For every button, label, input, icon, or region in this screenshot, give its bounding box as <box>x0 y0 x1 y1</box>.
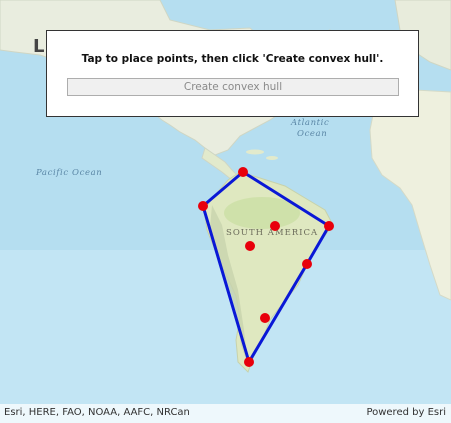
atlantic-ocean-label: Atlantic <box>290 118 329 128</box>
placed-point-marker[interactable] <box>302 259 312 269</box>
caribbean-island <box>246 149 264 155</box>
pacific-ocean-label: Pacific Ocean <box>35 168 102 178</box>
placed-point-marker[interactable] <box>245 241 255 251</box>
caribbean-island <box>266 156 278 160</box>
atlantic-ocean-label-2: Ocean <box>297 129 327 139</box>
placed-point-marker[interactable] <box>270 221 280 231</box>
attribution-bar: Esri, HERE, FAO, NOAA, AAFC, NRCan Power… <box>0 404 451 423</box>
powered-by-esri-link[interactable]: Powered by Esri <box>366 407 446 418</box>
placed-point-marker[interactable] <box>324 221 334 231</box>
attribution-text: Esri, HERE, FAO, NOAA, AAFC, NRCan <box>4 407 190 418</box>
placed-point-marker[interactable] <box>198 201 208 211</box>
placed-point-marker[interactable] <box>238 167 248 177</box>
instruction-text: Tap to place points, then click 'Create … <box>81 53 384 65</box>
placed-point-marker[interactable] <box>244 357 254 367</box>
instruction-panel: Tap to place points, then click 'Create … <box>46 30 419 117</box>
placed-point-marker[interactable] <box>260 313 270 323</box>
create-convex-hull-button[interactable]: Create convex hull <box>67 78 399 96</box>
